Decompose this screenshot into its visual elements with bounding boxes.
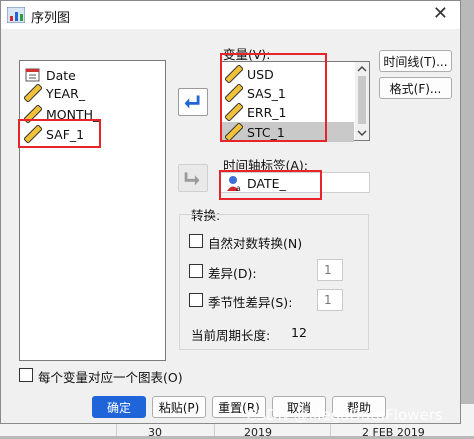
difference-checkbox[interactable] <box>189 264 203 278</box>
natural-log-label: 自然对数转换(N) <box>208 236 303 251</box>
period-label: 当前周期长度: <box>191 328 271 343</box>
period-value: 12 <box>291 325 307 340</box>
scroll-down-icon[interactable] <box>355 127 369 139</box>
ok-button[interactable]: 确定 <box>92 396 146 418</box>
title-bar: 序列图 ✕ <box>1 1 460 29</box>
arrow-left-icon <box>184 95 200 109</box>
list-item-label: YEAR_ <box>46 85 86 101</box>
close-icon[interactable]: ✕ <box>433 3 448 24</box>
move-to-variables-button[interactable] <box>178 88 208 116</box>
seasonal-difference-label: 季节性差异(S): <box>208 295 293 310</box>
sheet-cell: 2 FEB 2019 <box>362 426 425 439</box>
list-item-label: Date <box>46 67 76 83</box>
one-chart-per-variable-checkbox[interactable] <box>19 368 33 382</box>
paste-button[interactable]: 粘贴(P) <box>152 396 206 418</box>
seasonal-difference-checkbox[interactable] <box>189 293 203 307</box>
chart-app-icon <box>7 7 25 23</box>
time-lines-button[interactable]: 时间线(T)... <box>379 50 452 72</box>
highlight-box <box>220 53 327 142</box>
list-item[interactable]: YEAR_ <box>24 83 85 103</box>
sheet-cell: 30 <box>148 426 162 439</box>
highlight-box <box>18 119 101 148</box>
difference-value-field[interactable]: 1 <box>317 259 343 281</box>
watermark-text: CSDN @MegaDataFlowers <box>246 406 443 424</box>
highlight-box <box>219 170 322 200</box>
dialog-title: 序列图 <box>31 11 71 26</box>
date-variable-icon <box>25 68 40 82</box>
variables-scrollbar[interactable] <box>355 62 369 140</box>
difference-label: 差异(D): <box>208 266 257 281</box>
format-button[interactable]: 格式(F)... <box>379 77 452 99</box>
one-chart-per-variable-label: 每个变量对应一个图表(O) <box>38 370 183 385</box>
sheet-cell: 2019 <box>244 426 272 439</box>
scrollbar-thumb[interactable] <box>358 76 366 124</box>
move-to-time-axis-button[interactable] <box>178 164 208 192</box>
source-variable-list[interactable]: Date YEAR_ MONTH_ SAF_1 <box>19 60 166 361</box>
arrow-right-icon <box>184 172 200 186</box>
ruler-scale-icon <box>24 84 42 102</box>
scroll-up-icon[interactable] <box>355 63 369 75</box>
sequence-chart-dialog: 序列图 ✕ Date YEAR_ MONTH_ SAF_1 变量(V): USD… <box>0 0 461 424</box>
natural-log-checkbox[interactable] <box>189 234 203 248</box>
seasonal-value-field[interactable]: 1 <box>317 289 343 311</box>
list-item[interactable]: Date <box>24 65 76 85</box>
